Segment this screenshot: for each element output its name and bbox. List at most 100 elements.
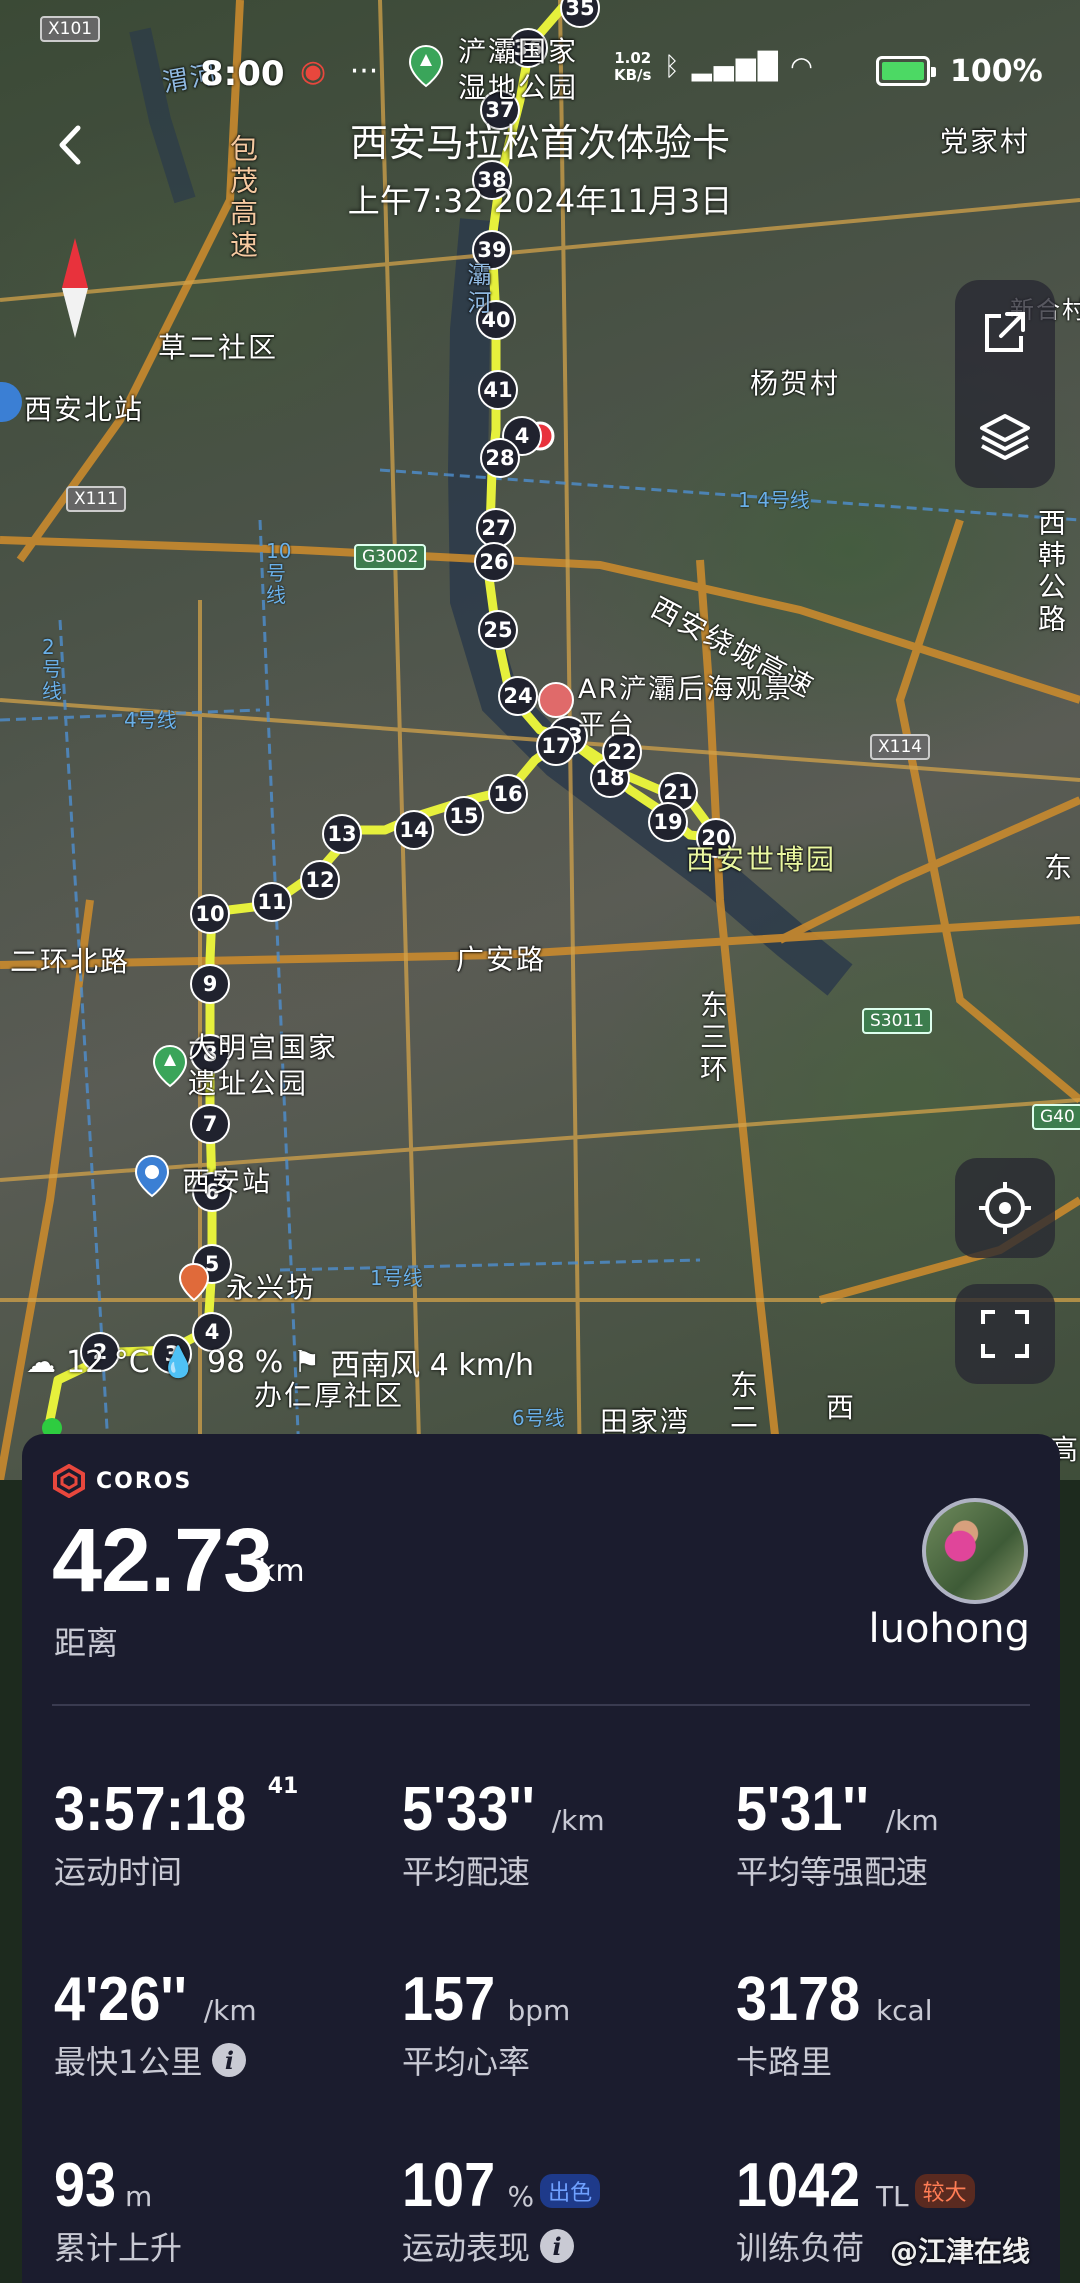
metro-line-label: 1号线 bbox=[370, 1266, 423, 1290]
km-marker: 7 bbox=[190, 1104, 230, 1144]
battery-percent: 100% bbox=[950, 54, 1043, 89]
distance-label: 距离 bbox=[54, 1624, 119, 1662]
km-marker: 19 bbox=[648, 802, 688, 842]
km-marker: 15 bbox=[444, 796, 484, 836]
park-pin-icon bbox=[152, 1044, 188, 1088]
stat-avg-heart-rate: 157 bpm 平均心率 bbox=[402, 1965, 571, 2081]
stat-elevation-gain: 93 m 累计上升 bbox=[54, 2151, 183, 2267]
battery-icon bbox=[876, 56, 936, 86]
metro-line-label: 1 4号线 bbox=[738, 488, 810, 512]
stat-calories: 3178 kcal 卡路里 bbox=[736, 1965, 933, 2081]
cell-signal-icon: ▂▄▆█ bbox=[691, 52, 780, 82]
temperature: 12 °C bbox=[66, 1344, 150, 1380]
avatar[interactable] bbox=[922, 1498, 1028, 1604]
fullscreen-icon bbox=[981, 1310, 1029, 1358]
km-marker: 28 bbox=[480, 438, 520, 478]
training-load-badge: 较大 bbox=[914, 2174, 975, 2208]
road-badge: S3011 bbox=[862, 1008, 933, 1034]
km-marker: 13 bbox=[322, 814, 362, 854]
coros-logo-icon bbox=[53, 1464, 85, 1498]
watermark: @江津在线 bbox=[890, 2235, 1031, 2268]
km-marker: 12 bbox=[300, 860, 340, 900]
km-marker: 16 bbox=[488, 774, 528, 814]
humidity: 98 % bbox=[207, 1344, 284, 1380]
map-label-guangan: 广安路 bbox=[456, 943, 547, 976]
compass-icon bbox=[60, 238, 90, 338]
brand-name: COROS bbox=[96, 1468, 193, 1494]
info-icon[interactable]: i bbox=[540, 2229, 575, 2263]
road-badge: X101 bbox=[40, 16, 101, 42]
map-tools-group bbox=[955, 280, 1055, 488]
map-label-yanghecun: 杨贺村 bbox=[750, 367, 841, 400]
page-title: 西安马拉松首次体验卡 bbox=[349, 121, 730, 165]
route-map[interactable]: 35 36 37 38 39 40 41 4 28 27 26 25 24 23… bbox=[0, 0, 1080, 1480]
km-marker: 9 bbox=[190, 964, 230, 1004]
map-label-dong-er: 东二 bbox=[726, 1370, 759, 1434]
road-badge: G40 bbox=[1032, 1104, 1080, 1130]
wind: 西南风 4 km/h bbox=[330, 1348, 535, 1383]
app-notification-icon: ◉ bbox=[300, 54, 327, 89]
road-badge: G3002 bbox=[354, 544, 427, 570]
map-label-daming: 大明宫国家遗址公园 bbox=[188, 1031, 339, 1100]
road-badge: X111 bbox=[66, 486, 127, 512]
stat-avg-grade-adjusted-pace: 5'31''/km 平均等强配速 bbox=[736, 1775, 939, 1891]
distance-unit: km bbox=[258, 1554, 305, 1589]
status-notification-icons: ◉ ··· bbox=[300, 54, 378, 89]
map-label-xianbei: 西安北站 bbox=[24, 393, 145, 426]
locate-button[interactable] bbox=[955, 1158, 1055, 1258]
map-label-erhuan: 二环北路 bbox=[10, 945, 131, 978]
share-button[interactable] bbox=[955, 280, 1055, 384]
bluetooth-icon: ᛒ bbox=[664, 52, 682, 82]
cloud-icon: ☁ bbox=[26, 1344, 56, 1380]
map-label-xi: 西 bbox=[826, 1391, 857, 1424]
metro-line-label: 2号线 bbox=[42, 635, 62, 703]
layers-button[interactable] bbox=[955, 384, 1055, 488]
network-speed: 1.02 KB/s bbox=[614, 49, 652, 84]
km-marker: 41 bbox=[478, 370, 518, 410]
stat-avg-pace: 5'33''/km 平均配速 bbox=[402, 1775, 605, 1891]
map-label-haiguan: AR浐灞后海观景平台 bbox=[578, 674, 794, 741]
km-marker: 11 bbox=[252, 882, 292, 922]
scenic-pin-icon bbox=[538, 682, 574, 718]
map-label-dong: 东 bbox=[1044, 851, 1075, 884]
performance-badge: 出色 bbox=[540, 2174, 601, 2208]
metro-line-label: 4号线 bbox=[124, 708, 177, 732]
map-label-yongxing: 永兴坊 bbox=[226, 1271, 317, 1304]
weather-row: ☁ 12 °C 💧 98 % ⚑ 西南风 4 km/h bbox=[26, 1340, 534, 1384]
map-label-xian-station: 西安站 bbox=[182, 1165, 273, 1198]
km-marker: 26 bbox=[474, 542, 514, 582]
map-label-caoer: 草二社区 bbox=[158, 331, 279, 364]
stat-moving-time: 3:57:18 41 运动时间 bbox=[54, 1774, 299, 1891]
info-icon[interactable]: i bbox=[212, 2043, 247, 2077]
km-marker: 14 bbox=[394, 810, 434, 850]
metro-line-label: 10号线 bbox=[266, 539, 292, 607]
km-marker: 25 bbox=[478, 610, 518, 650]
station-pin-icon bbox=[134, 1154, 170, 1198]
status-bar: 8:00 ◉ ··· 1.02 KB/s ᛒ ▂▄▆█ ◠ 100% bbox=[0, 40, 1080, 110]
km-marker: 24 bbox=[498, 676, 538, 716]
metro-line-label: 6号线 bbox=[512, 1406, 565, 1430]
distance-value: 42.73 bbox=[52, 1511, 273, 1611]
wifi-icon: ◠ bbox=[790, 52, 815, 82]
layers-icon bbox=[980, 414, 1030, 460]
divider bbox=[52, 1704, 1030, 1706]
fullscreen-button[interactable] bbox=[955, 1284, 1055, 1384]
map-label-east-third-ring: 东三环 bbox=[696, 990, 729, 1086]
stat-performance: 107% 出色 运动表现 i bbox=[402, 2150, 732, 2269]
brand: COROS bbox=[52, 1464, 192, 1498]
scenic-pin-icon bbox=[178, 1262, 210, 1302]
stat-fastest-km: 4'26''/km 最快1公里 i bbox=[54, 1965, 257, 2081]
more-icon: ··· bbox=[349, 54, 379, 89]
km-marker: 10 bbox=[190, 894, 230, 934]
share-icon bbox=[985, 312, 1025, 352]
wind-icon: ⚑ bbox=[293, 1344, 321, 1380]
humidity-icon: 💧 bbox=[159, 1344, 198, 1380]
stats-card: COROS 42.73 km 距离 luohong 3:57:18 41 运动时间… bbox=[22, 1434, 1060, 2283]
road-badge: X114 bbox=[870, 734, 931, 760]
signal-icons: ᛒ ▂▄▆█ ◠ bbox=[664, 52, 815, 82]
status-time: 8:00 bbox=[200, 54, 285, 94]
map-label-bahe: 灞河 bbox=[463, 262, 491, 318]
username: luohong bbox=[868, 1606, 1030, 1652]
locate-icon bbox=[979, 1182, 1031, 1234]
map-label-expo: 西安世博园 bbox=[686, 843, 837, 876]
